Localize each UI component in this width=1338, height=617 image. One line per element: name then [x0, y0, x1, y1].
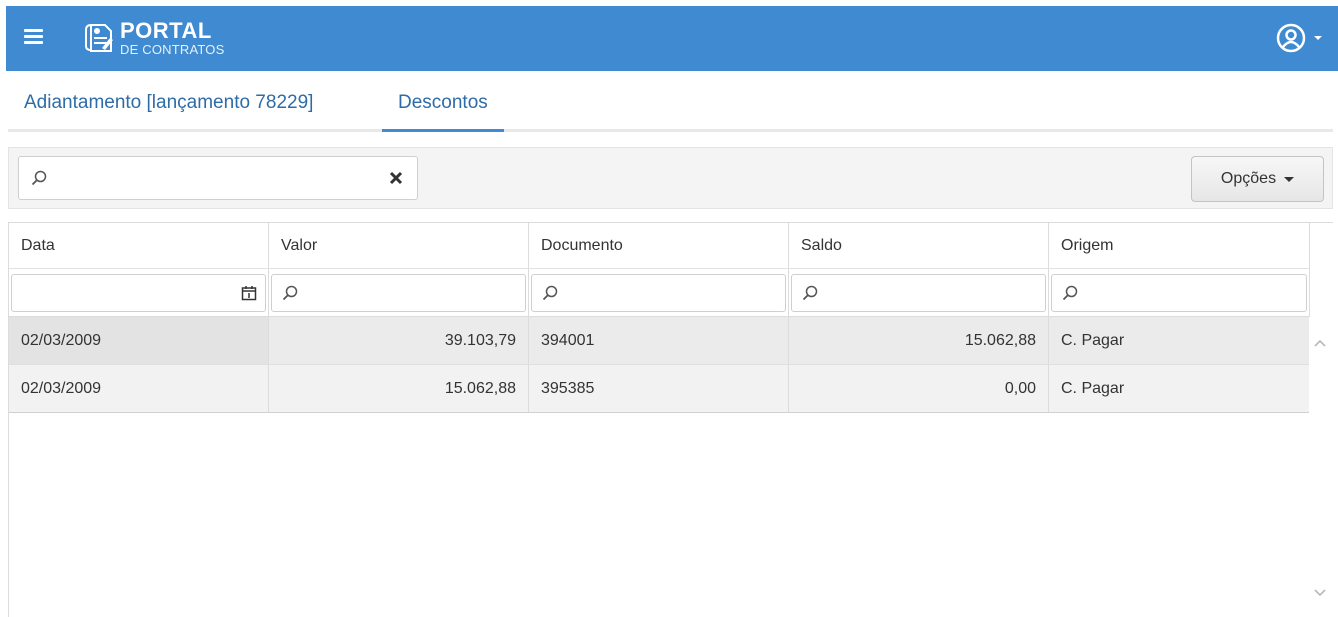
vertical-scrollbar[interactable]: [1309, 317, 1333, 617]
cell-data: 02/03/2009: [9, 317, 269, 364]
search-field: [18, 156, 418, 200]
tab-bar: Adiantamento [lançamento 78229] Desconto…: [8, 76, 1333, 132]
options-label: Opções: [1220, 170, 1277, 187]
data-grid: Data Valor Documento Saldo Origem 02/03/…: [8, 222, 1333, 617]
user-circle-icon: [1276, 23, 1306, 53]
filter-cell-data: [9, 269, 269, 316]
search-icon: [542, 285, 558, 300]
grid-header-row: Data Valor Documento Saldo Origem: [9, 223, 1310, 269]
logo-title: PORTAL: [120, 18, 212, 43]
search-icon: [31, 170, 47, 186]
filter-documento-input[interactable]: [531, 273, 786, 312]
grid-toolbar: Opções: [8, 147, 1333, 209]
cell-valor: 39.103,79: [269, 317, 529, 364]
filter-data-input[interactable]: [11, 273, 266, 312]
cell-saldo: 0,00: [789, 365, 1049, 412]
filter-origem-input[interactable]: [1051, 273, 1307, 312]
contract-document-icon: [85, 24, 113, 52]
chevron-down-icon[interactable]: [1314, 589, 1326, 597]
cell-saldo: 15.062,88: [789, 317, 1049, 364]
column-header-documento[interactable]: Documento: [529, 223, 789, 268]
tab-adiantamento[interactable]: Adiantamento [lançamento 78229]: [8, 76, 329, 129]
filter-cell-documento: [529, 269, 789, 316]
column-header-data[interactable]: Data: [9, 223, 269, 268]
grid-filter-row: [9, 269, 1310, 317]
caret-down-icon: [1284, 176, 1295, 182]
hamburger-icon[interactable]: [24, 29, 43, 45]
table-row[interactable]: 02/03/2009 15.062,88 395385 0,00 C. Paga…: [9, 365, 1310, 413]
filter-cell-origem: [1049, 269, 1310, 316]
search-icon: [1062, 285, 1078, 300]
cell-origem: C. Pagar: [1049, 365, 1310, 412]
search-input[interactable]: [55, 157, 375, 199]
column-header-origem[interactable]: Origem: [1049, 223, 1310, 268]
logo-subtitle: DE CONTRATOS: [120, 42, 225, 57]
top-navbar: PORTAL DE CONTRATOS: [6, 6, 1338, 71]
column-header-valor[interactable]: Valor: [269, 223, 529, 268]
tab-descontos[interactable]: Descontos: [382, 76, 504, 132]
chevron-up-icon[interactable]: [1314, 339, 1326, 347]
cell-origem: C. Pagar: [1049, 317, 1310, 364]
search-icon: [282, 285, 298, 300]
user-menu-button[interactable]: [1276, 23, 1322, 53]
filter-cell-saldo: [789, 269, 1049, 316]
options-button[interactable]: Opções: [1191, 156, 1324, 202]
calendar-icon[interactable]: [241, 285, 257, 301]
chevron-down-icon: [1314, 36, 1322, 40]
filter-valor-input[interactable]: [271, 273, 526, 312]
column-header-saldo[interactable]: Saldo: [789, 223, 1049, 268]
cell-valor: 15.062,88: [269, 365, 529, 412]
close-icon[interactable]: [389, 171, 403, 185]
table-row[interactable]: 02/03/2009 39.103,79 394001 15.062,88 C.…: [9, 317, 1310, 365]
filter-cell-valor: [269, 269, 529, 316]
filter-saldo-input[interactable]: [791, 273, 1046, 312]
portal-logo[interactable]: PORTAL DE CONTRATOS: [82, 18, 224, 58]
cell-documento: 394001: [529, 317, 789, 364]
cell-data: 02/03/2009: [9, 365, 269, 412]
cell-documento: 395385: [529, 365, 789, 412]
search-icon: [802, 285, 818, 300]
